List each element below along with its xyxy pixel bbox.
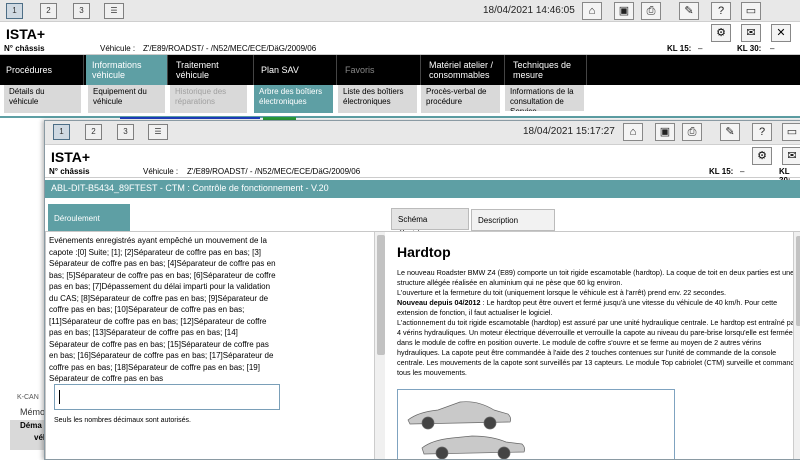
vehicle-value: Z'/E89/ROADST/ - /N52/MEC/ECE/DäG/2009/0… xyxy=(187,167,361,176)
vehicle-bar-front: N° châssis Véhicule : Z'/E89/ROADST/ - /… xyxy=(45,166,800,185)
kcan-label: K-CAN xyxy=(17,394,39,401)
subtab-procedure-log[interactable]: Procès-verbal de procédure xyxy=(421,85,501,113)
hardtop-p3: Nouveau depuis 04/2012 : Le hardtop peut… xyxy=(397,298,800,318)
function-description-pane: Hardtop Le nouveau Roadster BMW Z4 (E89)… xyxy=(385,231,800,459)
subtab-equipment[interactable]: Equipement du véhicule xyxy=(88,85,166,113)
nav-vehicle-info[interactable]: Informations véhicule xyxy=(86,55,168,85)
hardtop-description: Le nouveau Roadster BMW Z4 (E89) comport… xyxy=(397,268,800,378)
help-icon[interactable]: ? xyxy=(752,123,772,141)
home-icon[interactable]: ⌂ xyxy=(582,2,602,20)
settings-icon[interactable]: ⚙ xyxy=(711,24,731,42)
text-caret xyxy=(59,390,60,404)
nav-service-plan[interactable]: Plan SAV xyxy=(255,55,337,85)
memo-label: Mémo xyxy=(20,407,46,417)
minimize-icon[interactable]: ▭ xyxy=(782,123,800,141)
chassis-label: N° châssis xyxy=(4,44,45,53)
left-scroll-thumb[interactable] xyxy=(377,235,385,355)
app-titlebar-front: ISTA+ ⚙ ✉ xyxy=(45,145,800,167)
start-vehicle-button[interactable]: Déma véhi xyxy=(10,420,50,450)
kl15-value: – xyxy=(698,44,703,53)
kl15-value: – xyxy=(740,167,745,176)
selection-line xyxy=(120,117,260,119)
list-icon[interactable]: ☰ xyxy=(148,124,168,140)
session-bar: 1 2 3 ☰ 18/04/2021 14:46:05 ⌂ ▣ ⎙ ✎ ? ▭ xyxy=(0,0,800,22)
front-window: 1 2 3 ☰ 18/04/2021 15:17:27 ⌂ ▣ ⎙ ✎ ? ▭ … xyxy=(44,120,800,460)
subtab-repair-history[interactable]: Historique des réparations xyxy=(170,85,248,113)
vehicle-bar: N° châssis Véhicule : Z'/E89/ROADST/ - /… xyxy=(0,43,800,55)
mail-icon[interactable]: ✉ xyxy=(782,147,800,165)
kl15-label: KL 15: xyxy=(709,167,734,176)
app-title: ISTA+ xyxy=(51,149,91,165)
right-scrollbar[interactable] xyxy=(793,232,800,459)
wrench-icon[interactable]: ✎ xyxy=(679,2,699,20)
session-tab-2[interactable]: 2 xyxy=(85,124,102,140)
app-titlebar: ISTA+ ⚙ ✉ ✕ xyxy=(0,22,800,44)
nav-vehicle-processing[interactable]: Traitement véhicule xyxy=(170,55,254,85)
hardtop-p4: L'actionnement du toit rigide escamotabl… xyxy=(397,318,800,377)
subtab-control-unit-tree[interactable]: Arbre des boîtiers électroniques xyxy=(254,85,334,113)
subtab-control-unit-list[interactable]: Liste des boîtiers électroniques xyxy=(338,85,418,113)
wrench-icon[interactable]: ✎ xyxy=(720,123,740,141)
subtab-vehicle-details[interactable]: Détails du véhicule xyxy=(4,85,82,113)
session-tab-2[interactable]: 2 xyxy=(40,3,57,19)
procedure-title: ABL-DIT-B5434_89FTEST - CTM : Contrôle d… xyxy=(45,180,800,198)
vehicle-icon[interactable]: ▣ xyxy=(655,123,675,141)
session-tab-1[interactable]: 1 xyxy=(6,3,23,19)
kl30-value: – xyxy=(770,44,775,53)
session-tab-3[interactable]: 3 xyxy=(117,124,134,140)
timestamp: 18/04/2021 14:46:05 xyxy=(483,5,575,16)
tab-wiring-diagram[interactable]: Schéma électrique xyxy=(391,208,469,238)
hardtop-p1: Le nouveau Roadster BMW Z4 (E89) comport… xyxy=(397,268,795,287)
left-scrollbar[interactable] xyxy=(374,232,385,459)
vehicle-icon[interactable]: ▣ xyxy=(614,2,634,20)
tab-function-description[interactable]: Description fonction xyxy=(471,209,555,239)
minimize-icon[interactable]: ▭ xyxy=(741,2,761,20)
chassis-label: N° châssis xyxy=(49,167,90,176)
kl15-label: KL 15: xyxy=(667,44,692,53)
nav-workshop[interactable]: Matériel atelier / consommables xyxy=(423,55,505,85)
nav-procedures[interactable]: Procédures xyxy=(0,55,84,85)
nav-favorites[interactable]: Favoris xyxy=(339,55,421,85)
list-icon[interactable]: ☰ xyxy=(104,3,124,19)
session-tab-1[interactable]: 1 xyxy=(53,124,70,140)
hardtop-illustration xyxy=(397,389,675,459)
main-nav: Procédures Informations véhicule Traitem… xyxy=(0,55,800,85)
subtab-service-info[interactable]: Informations de la consultation de Servi… xyxy=(505,85,585,111)
kl30-label: KL 30: xyxy=(737,44,762,53)
settings-icon[interactable]: ⚙ xyxy=(752,147,772,165)
input-hint: Seuls les nombres décimaux sont autorisé… xyxy=(54,417,191,424)
event-message: Evénements enregistrés ayant empêché un … xyxy=(49,236,276,383)
mail-icon[interactable]: ✉ xyxy=(741,24,761,42)
help-icon[interactable]: ? xyxy=(711,2,731,20)
app-title: ISTA+ xyxy=(6,26,46,42)
procedure-pane: Evénements enregistrés ayant empêché un … xyxy=(45,231,385,459)
nav-measurement[interactable]: Techniques de mesure xyxy=(507,55,587,85)
decimal-input[interactable] xyxy=(54,384,280,410)
print-icon[interactable]: ⎙ xyxy=(682,123,702,141)
session-tab-3[interactable]: 3 xyxy=(73,3,90,19)
session-bar-front: 1 2 3 ☰ 18/04/2021 15:17:27 ⌂ ▣ ⎙ ✎ ? ▭ xyxy=(45,121,800,145)
timestamp: 18/04/2021 15:17:27 xyxy=(523,126,615,137)
home-icon[interactable]: ⌂ xyxy=(623,123,643,141)
sub-nav: Détails du véhicule Equipement du véhicu… xyxy=(0,85,800,113)
vehicle-label: Véhicule : xyxy=(100,44,136,53)
new-since-label: Nouveau depuis 04/2012 xyxy=(397,298,481,307)
hardtop-heading: Hardtop xyxy=(397,244,451,260)
close-icon[interactable]: ✕ xyxy=(771,24,791,42)
vehicle-label: Véhicule : xyxy=(143,167,179,176)
vehicle-value: Z'/E89/ROADST/ - /N52/MEC/ECE/DäG/2009/0… xyxy=(143,44,317,53)
print-icon[interactable]: ⎙ xyxy=(641,2,661,20)
right-scroll-thumb[interactable] xyxy=(796,236,800,326)
hardtop-p2: L'ouverture et la fermeture du toit (uni… xyxy=(397,288,727,297)
